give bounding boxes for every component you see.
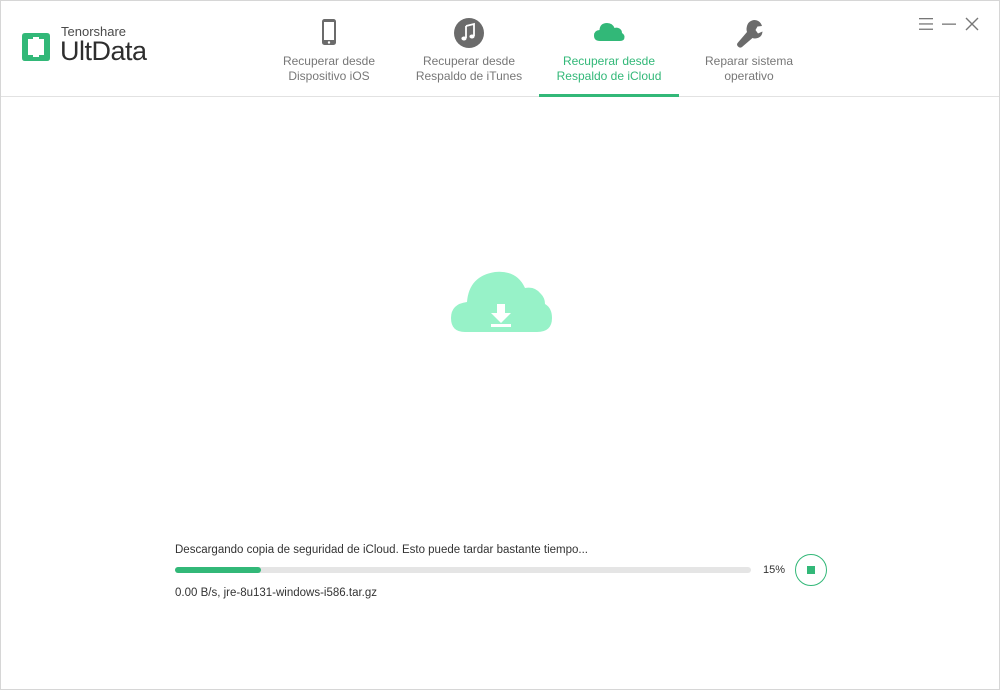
stop-icon (807, 566, 815, 574)
wrench-icon (737, 20, 763, 48)
tab-recover-itunes-backup[interactable]: Recuperar desde Respaldo de iTunes (399, 1, 539, 96)
logo-mark-icon (22, 33, 50, 61)
tab-label: Recuperar desde Dispositivo iOS (282, 54, 376, 83)
minimize-icon[interactable] (940, 15, 958, 33)
menu-icon[interactable] (917, 15, 935, 33)
cloud-icon (594, 23, 625, 41)
cloud-download-icon (451, 271, 552, 332)
app-logo: Tenorshare UltData (19, 21, 159, 71)
tab-recover-ios-device[interactable]: Recuperar desde Dispositivo iOS (259, 1, 399, 96)
tab-repair-system[interactable]: Reparar sistema operativo (679, 1, 819, 96)
itunes-music-icon (454, 18, 484, 48)
active-tab-indicator (539, 94, 679, 97)
phone-icon (322, 19, 336, 45)
tab-label: Reparar sistema operativo (704, 54, 794, 83)
app-window: Tenorshare UltData Recuperar desde Dispo… (0, 0, 1000, 690)
tab-recover-icloud-backup[interactable]: Recuperar desde Respaldo de iCloud (539, 1, 679, 97)
progress-fill (175, 567, 262, 573)
tab-label: Recuperar desde Respaldo de iCloud (556, 54, 662, 83)
download-status-text: Descargando copia de seguridad de iCloud… (175, 544, 588, 556)
download-file-info: 0.00 B/s, jre-8u131-windows-i586.tar.gz (175, 587, 377, 599)
tab-label: Recuperar desde Respaldo de iTunes (415, 54, 523, 83)
stop-download-button[interactable] (795, 554, 827, 586)
product-name: UltData (60, 36, 147, 66)
close-icon[interactable] (963, 15, 981, 33)
progress-percent: 15% (763, 564, 786, 576)
download-progress-bar (175, 567, 751, 573)
top-navigation-bar: Tenorshare UltData Recuperar desde Dispo… (1, 1, 999, 97)
